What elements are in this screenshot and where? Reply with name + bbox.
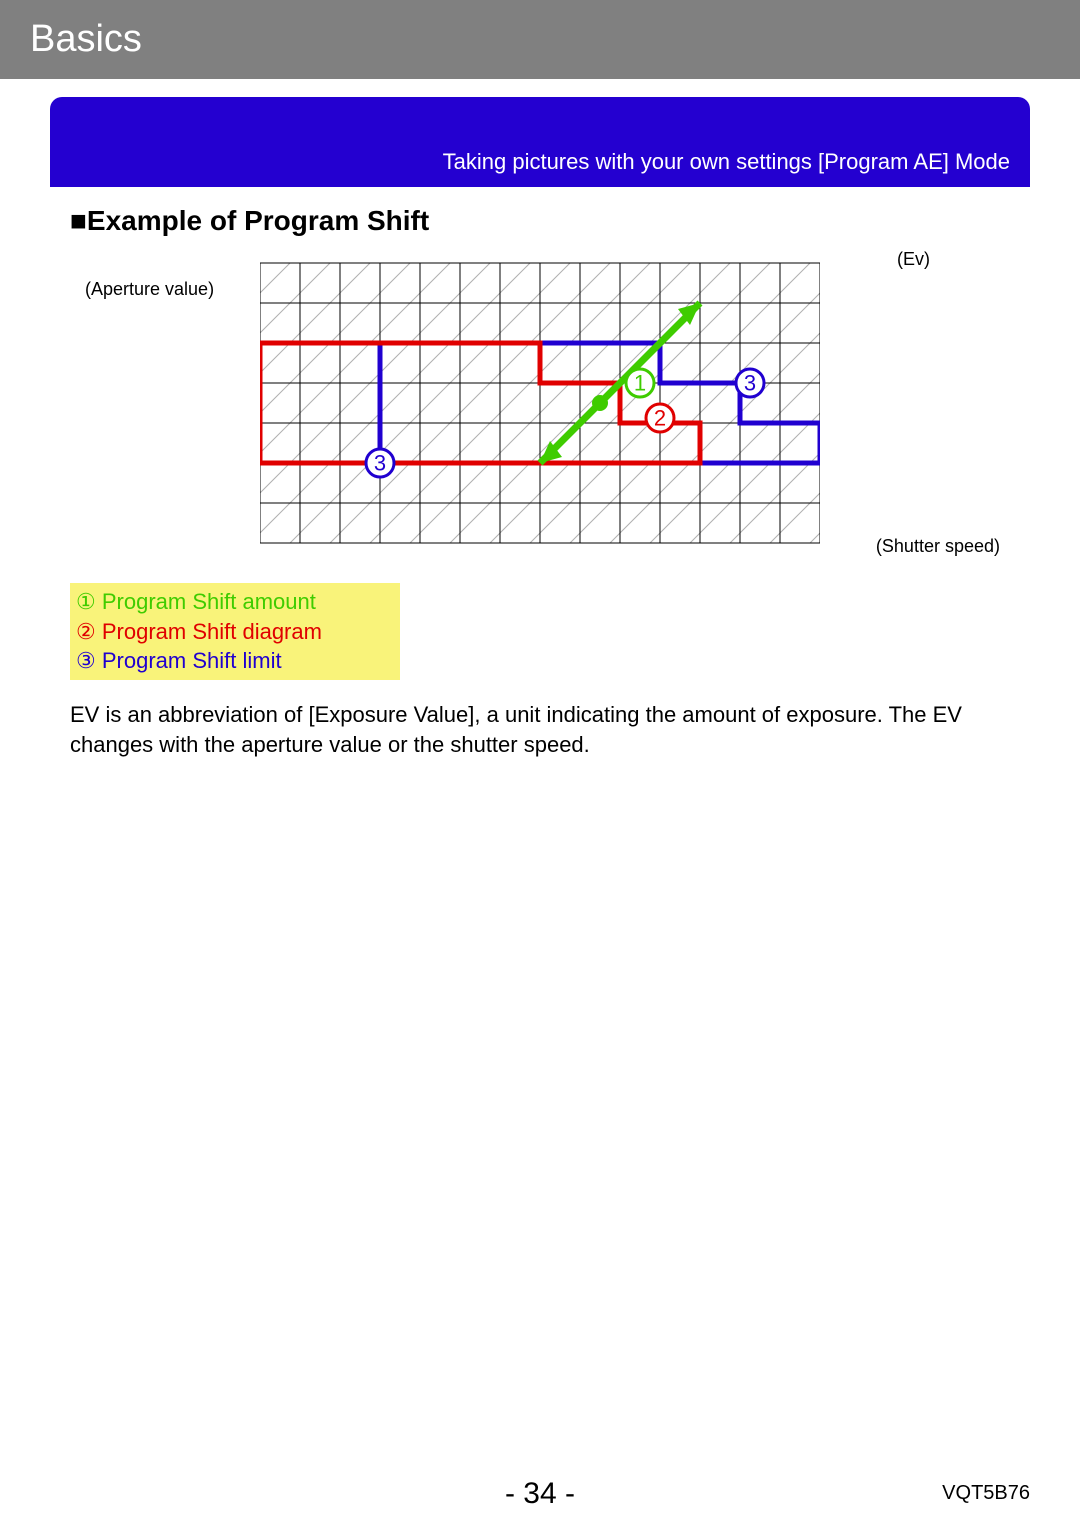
page-number: - 34 - [0, 1477, 1080, 1511]
program-shift-chart: (Aperture value) (Ev) [190, 253, 890, 553]
chart-svg: 1 2 3 3 [260, 253, 820, 553]
legend-num-2: ② [76, 619, 96, 644]
legend-box: ① Program Shift amount ② Program Shift d… [70, 583, 400, 680]
page-banner: Taking pictures with your own settings [… [50, 97, 1030, 187]
chart-marker-1: 1 [626, 369, 654, 397]
chart-marker-2: 2 [646, 404, 674, 432]
svg-text:2: 2 [654, 406, 666, 431]
legend-num-3: ③ [76, 648, 96, 673]
legend-text-2: Program Shift diagram [102, 619, 322, 644]
banner-text: Taking pictures with your own settings [… [443, 149, 1010, 175]
svg-text:3: 3 [374, 451, 386, 476]
axis-label-aperture: (Aperture value) [85, 279, 214, 300]
legend-item-1: ① Program Shift amount [76, 587, 394, 617]
legend-text-3: Program Shift limit [102, 648, 282, 673]
svg-text:1: 1 [634, 371, 646, 396]
chart-marker-3a: 3 [736, 369, 764, 397]
legend-text-1: Program Shift amount [102, 589, 316, 614]
legend-num-1: ① [76, 589, 96, 614]
legend-item-3: ③ Program Shift limit [76, 646, 394, 676]
legend-item-2: ② Program Shift diagram [76, 617, 394, 647]
body-paragraph: EV is an abbreviation of [Exposure Value… [70, 700, 1010, 759]
header-title: Basics [30, 18, 142, 60]
axis-label-shutter: (Shutter speed) [876, 536, 1000, 557]
svg-text:3: 3 [744, 371, 756, 396]
document-id: VQT5B76 [942, 1482, 1030, 1505]
axis-label-ev: (Ev) [897, 249, 930, 270]
header-bar: Basics [0, 0, 1080, 79]
chart-marker-3b: 3 [366, 449, 394, 477]
section-title: ■Example of Program Shift [70, 205, 1010, 237]
